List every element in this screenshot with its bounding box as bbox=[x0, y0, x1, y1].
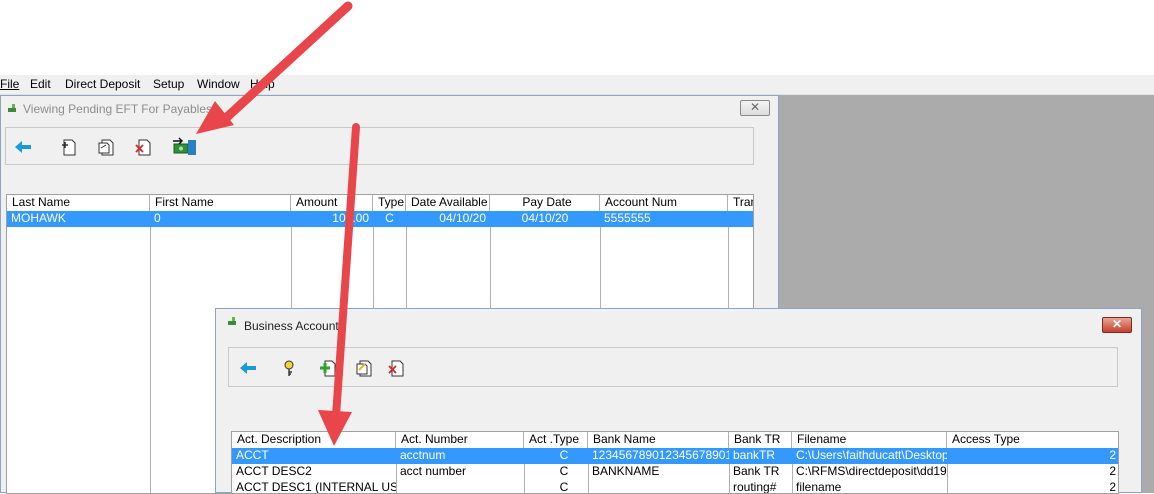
column-bank-name[interactable]: Bank Name bbox=[588, 432, 729, 448]
business-accounts-titlebar[interactable]: Business Accounts ✕ bbox=[216, 309, 1141, 335]
business-accounts-toolbar bbox=[228, 347, 1118, 387]
app-icon bbox=[8, 104, 16, 112]
back-button[interactable] bbox=[12, 136, 34, 158]
add-button[interactable] bbox=[317, 357, 339, 379]
cell-access-type: 2 bbox=[1109, 480, 1116, 494]
transfer-button[interactable] bbox=[172, 136, 198, 158]
cell-account-num: 5555555 bbox=[604, 211, 651, 225]
column-act-type[interactable]: Act .Type bbox=[524, 432, 588, 448]
table-row[interactable]: MOHAWK 0 100.00 C 04/10/20 04/10/20 5555… bbox=[7, 211, 753, 227]
delete-button[interactable] bbox=[132, 136, 154, 158]
close-button[interactable]: ✕ bbox=[740, 100, 770, 116]
column-trans[interactable]: Trans bbox=[728, 195, 753, 211]
cell-act-type: C bbox=[559, 464, 569, 478]
cell-act-description: ACCT DESC1 (INTERNAL USE) bbox=[236, 480, 396, 494]
cell-amount: 100.00 bbox=[332, 211, 369, 225]
cell-bank-tr: routing# bbox=[733, 480, 777, 494]
cell-bank-name bbox=[588, 480, 729, 493]
column-date-available[interactable]: Date Available bbox=[406, 195, 490, 211]
cell-act-type: C bbox=[559, 480, 569, 494]
table-row[interactable]: ACCT DESC1 (INTERNAL USE) C routing# fil… bbox=[232, 480, 1118, 494]
table-row[interactable]: ACCT acctnum C 1234567890123456789012 ba… bbox=[232, 448, 1118, 464]
pending-eft-titlebar[interactable]: Viewing Pending EFT For Payables ✕ bbox=[1, 96, 778, 122]
column-account-num[interactable]: Account Num bbox=[600, 195, 728, 211]
edit-document-icon bbox=[98, 139, 114, 156]
cell-bank-name: BANKNAME bbox=[592, 464, 660, 478]
back-button[interactable] bbox=[237, 357, 259, 379]
add-document-icon bbox=[62, 139, 76, 156]
column-pay-date[interactable]: Pay Date bbox=[490, 195, 600, 211]
column-amount[interactable]: Amount bbox=[291, 195, 373, 211]
menu-direct-deposit[interactable]: Direct Deposit bbox=[65, 77, 140, 92]
business-accounts-title: Business Accounts bbox=[244, 319, 345, 333]
edit-document-icon bbox=[356, 360, 372, 377]
business-accounts-grid: Act. Description Act. Number Act .Type B… bbox=[231, 431, 1119, 494]
edit-button[interactable] bbox=[353, 357, 375, 379]
menu-file[interactable]: File bbox=[0, 77, 19, 92]
cell-last-name: MOHAWK bbox=[11, 211, 66, 225]
column-act-number[interactable]: Act. Number bbox=[396, 432, 524, 448]
add-icon bbox=[320, 360, 336, 377]
menu-edit[interactable]: Edit bbox=[30, 77, 51, 92]
column-access-type[interactable]: Access Type bbox=[947, 432, 1118, 448]
business-accounts-window: Business Accounts ✕ Act. Description Act… bbox=[215, 308, 1142, 494]
menu-help[interactable]: Help bbox=[250, 77, 275, 92]
pending-eft-title: Viewing Pending EFT For Payables bbox=[23, 102, 212, 116]
menu-setup[interactable]: Setup bbox=[153, 77, 184, 92]
cell-act-number: acctnum bbox=[400, 448, 446, 462]
cell-bank-tr: bankTR bbox=[733, 448, 776, 462]
column-bank-tr[interactable]: Bank TR bbox=[729, 432, 792, 448]
column-divider bbox=[150, 211, 151, 493]
column-last-name[interactable]: Last Name bbox=[7, 195, 150, 211]
cell-pay-date: 04/10/20 bbox=[521, 211, 569, 225]
key-icon bbox=[284, 360, 294, 376]
cell-act-type: C bbox=[559, 448, 569, 462]
edit-button[interactable] bbox=[95, 136, 117, 158]
cell-filename: C:\Users\faithducatt\Desktop bbox=[796, 448, 947, 462]
add-button[interactable] bbox=[58, 136, 80, 158]
cell-act-number bbox=[396, 480, 524, 493]
cell-bank-name: 1234567890123456789012 bbox=[592, 448, 729, 462]
cell-act-number: acct number bbox=[400, 464, 467, 478]
column-first-name[interactable]: First Name bbox=[150, 195, 291, 211]
delete-button[interactable] bbox=[385, 357, 407, 379]
grid-header: Last Name First Name Amount Type Date Av… bbox=[7, 195, 753, 212]
close-button[interactable]: ✕ bbox=[1102, 317, 1132, 333]
grid-header: Act. Description Act. Number Act .Type B… bbox=[232, 432, 1118, 449]
cell-access-type: 2 bbox=[1109, 448, 1116, 462]
table-row[interactable]: ACCT DESC2 acct number C BANKNAME Bank T… bbox=[232, 464, 1118, 480]
pending-eft-toolbar bbox=[5, 127, 754, 165]
delete-document-icon bbox=[135, 139, 151, 156]
delete-document-icon bbox=[388, 360, 404, 377]
column-act-description[interactable]: Act. Description bbox=[232, 432, 396, 448]
cell-first-name: 0 bbox=[154, 211, 161, 225]
cell-filename: C:\RFMS\directdeposit\dd19 bbox=[796, 464, 947, 478]
cell-act-description: ACCT bbox=[236, 448, 269, 462]
cell-filename: filename bbox=[796, 480, 842, 494]
key-button[interactable] bbox=[279, 357, 301, 379]
cell-access-type: 2 bbox=[1109, 464, 1116, 478]
back-arrow-icon bbox=[15, 141, 31, 153]
menu-window[interactable]: Window bbox=[197, 77, 240, 92]
transfer-money-icon bbox=[173, 137, 196, 155]
cell-bank-tr: Bank TR bbox=[733, 464, 780, 478]
cell-act-description: ACCT DESC2 bbox=[236, 464, 312, 478]
back-arrow-icon bbox=[240, 362, 256, 374]
cell-date-available: 04/10/20 bbox=[439, 211, 486, 225]
cell-trans bbox=[728, 211, 753, 227]
column-type[interactable]: Type bbox=[373, 195, 406, 211]
cell-type: C bbox=[385, 211, 394, 225]
menu-bar: File Edit Direct Deposit Setup Window He… bbox=[0, 75, 1154, 95]
app-icon bbox=[228, 317, 236, 325]
column-filename[interactable]: Filename bbox=[792, 432, 947, 448]
